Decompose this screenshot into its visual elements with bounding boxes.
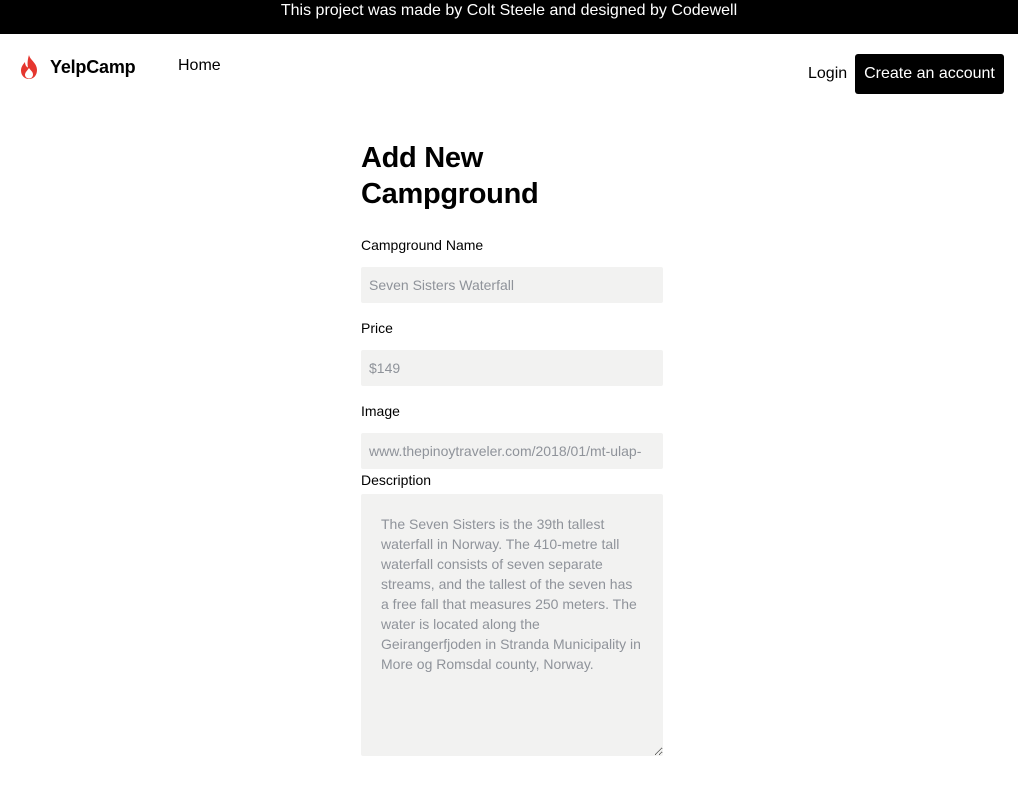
logo-text: YelpCamp bbox=[50, 56, 136, 77]
logo[interactable]: YelpCamp bbox=[18, 54, 136, 80]
nav-home-link[interactable]: Home bbox=[178, 57, 221, 75]
price-label: Price bbox=[361, 320, 393, 336]
campground-name-input[interactable] bbox=[361, 267, 663, 303]
top-navbar: YelpCamp Home Login Create an account bbox=[0, 34, 1018, 114]
attribution-banner: This project was made by Colt Steele and… bbox=[0, 0, 1018, 34]
create-account-button[interactable]: Create an account bbox=[855, 54, 1004, 94]
price-input[interactable] bbox=[361, 350, 663, 386]
flame-icon bbox=[18, 54, 40, 80]
banner-text: This project was made by Colt Steele and… bbox=[280, 2, 738, 19]
add-campground-form: Add New Campground Campground Name Price… bbox=[361, 140, 663, 756]
campground-name-label: Campground Name bbox=[361, 237, 484, 253]
page-title: Add New Campground bbox=[361, 142, 539, 210]
login-link[interactable]: Login bbox=[808, 65, 847, 83]
description-label: Description bbox=[361, 472, 432, 488]
description-textarea[interactable] bbox=[361, 494, 663, 756]
image-url-input[interactable] bbox=[361, 433, 663, 469]
image-label: Image bbox=[361, 403, 400, 419]
